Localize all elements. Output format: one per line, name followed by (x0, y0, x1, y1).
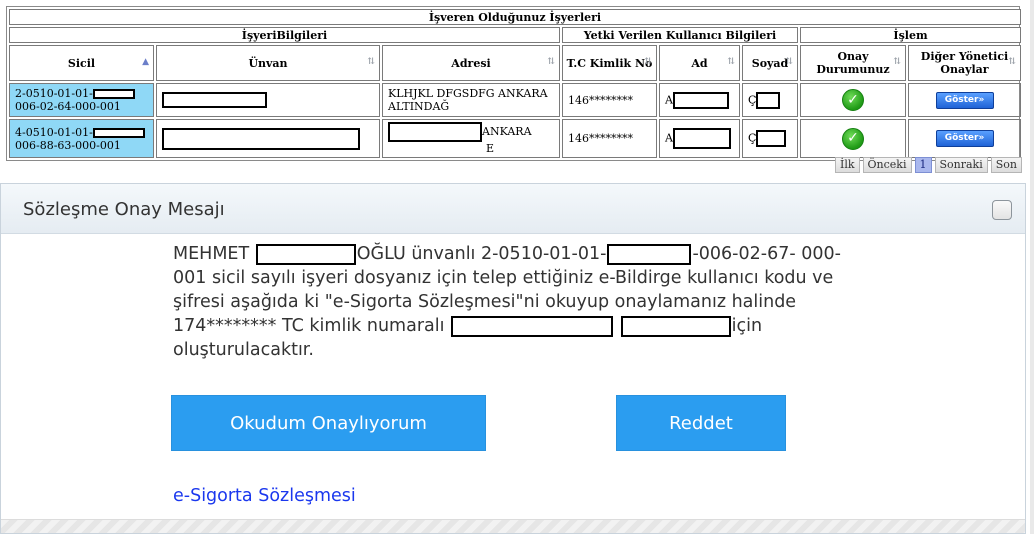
column-header-tc[interactable]: T.C Kimlik No ⇅ (562, 45, 657, 81)
redaction-mask (756, 91, 781, 109)
cell-unvan[interactable] (156, 119, 380, 158)
show-approvals-button[interactable]: Göster» (935, 130, 994, 147)
pagination: İlk Önceki 1 Sonraki Son (835, 157, 1022, 173)
sort-icon[interactable]: ⇅ (1008, 56, 1016, 69)
cell-adresi[interactable]: KLHJKL DFGSDFG ANKARA ALTINDAĞ (382, 83, 560, 117)
redaction-mask (672, 91, 729, 109)
cell-tc[interactable]: 146******** (562, 119, 657, 158)
column-header-diger[interactable]: Diğer Yönetici Onaylar ⇅ (908, 45, 1021, 81)
column-header-onay[interactable]: Onay Durumunuz ⇅ (800, 45, 906, 81)
redaction-mask (388, 122, 482, 142)
redaction-mask (92, 89, 135, 99)
cell-soyad[interactable]: Ç (742, 119, 798, 158)
contract-approval-dialog: Sözleşme Onay Mesajı MEHMET OĞLU ünvanlı… (0, 183, 1026, 534)
reject-button[interactable]: Reddet (616, 395, 786, 451)
check-circle-icon: ✓ (842, 127, 864, 150)
cell-diger: Göster» (908, 119, 1021, 158)
pager-next-button[interactable]: Sonraki (934, 157, 988, 173)
sort-icon[interactable]: ⇅ (727, 56, 735, 69)
redaction-mask (451, 315, 614, 337)
contract-link[interactable]: e-Sigorta Sözleşmesi (173, 486, 356, 506)
show-approvals-button[interactable]: Göster» (935, 91, 994, 109)
redaction-mask (672, 128, 731, 149)
redaction-mask (756, 130, 787, 147)
sort-icon[interactable]: ⇅ (785, 56, 793, 69)
close-icon[interactable] (992, 200, 1012, 220)
redaction-mask (162, 92, 267, 108)
group-header-islem: İşlem (800, 27, 1021, 43)
redaction-mask (607, 243, 692, 265)
column-header-sicil[interactable]: Sicil ▲ (9, 45, 154, 81)
sort-icon[interactable]: ⇅ (367, 56, 375, 69)
column-header-adresi[interactable]: Adresi ⇅ (382, 45, 560, 81)
sort-icon[interactable]: ⇅ (547, 56, 555, 69)
workplaces-grid: İşveren Olduğunuz İşyerleri İşyeriBilgil… (6, 6, 1021, 161)
cell-ad[interactable]: A (659, 119, 740, 158)
cell-tc[interactable]: 146******** (562, 83, 657, 117)
sort-asc-icon[interactable]: ▲ (142, 56, 149, 69)
table-row[interactable]: 2-0510-01-01- 006-02-64-000-001 KLHJKL D… (9, 83, 1021, 117)
dialog-footer (1, 519, 1025, 533)
cell-sicil[interactable]: 4-0510-01-01- 006-88-63-000-001 (9, 119, 154, 158)
redaction-mask (255, 243, 356, 265)
redaction-mask (162, 127, 360, 150)
pager-page-1[interactable]: 1 (914, 157, 932, 173)
cell-sicil[interactable]: 2-0510-01-01- 006-02-64-000-001 (9, 83, 154, 117)
column-header-unvan[interactable]: Ünvan ⇅ (156, 45, 380, 81)
sort-icon[interactable]: ⇅ (644, 56, 652, 69)
column-header-ad[interactable]: Ad ⇅ (659, 45, 740, 81)
cell-onay: ✓ (800, 83, 906, 117)
check-circle-icon: ✓ (842, 89, 864, 111)
group-header-isyeri: İşyeriBilgileri (9, 27, 560, 43)
accept-button[interactable]: Okudum Onaylıyorum (171, 395, 486, 451)
dialog-header: Sözleşme Onay Mesajı (1, 184, 1025, 234)
cell-soyad[interactable]: Ç (742, 83, 798, 117)
cell-ad[interactable]: A (659, 83, 740, 117)
table-row[interactable]: 4-0510-01-01- 006-88-63-000-001 ANKARA E… (9, 119, 1021, 158)
cell-onay: ✓ (800, 119, 906, 158)
redaction-mask (620, 315, 731, 337)
column-header-soyad[interactable]: Soyad ⇅ (742, 45, 798, 81)
cell-adresi[interactable]: ANKARA E (382, 119, 560, 158)
dialog-message: MEHMET OĞLU ünvanlı 2-0510-01-01- -006-02… (173, 243, 841, 360)
pager-first-button[interactable]: İlk (835, 157, 860, 173)
redaction-mask (92, 127, 145, 138)
cell-unvan[interactable] (156, 83, 380, 117)
page-scrollbar[interactable] (1030, 0, 1034, 534)
dialog-title: Sözleşme Onay Mesajı (23, 199, 225, 220)
sort-icon[interactable]: ⇅ (893, 56, 901, 69)
grid-title: İşveren Olduğunuz İşyerleri (9, 9, 1021, 25)
pager-prev-button[interactable]: Önceki (862, 157, 912, 173)
pager-last-button[interactable]: Son (990, 157, 1022, 173)
cell-diger: Göster» (908, 83, 1021, 117)
group-header-yetki: Yetki Verilen Kullanıcı Bilgileri (562, 27, 798, 43)
